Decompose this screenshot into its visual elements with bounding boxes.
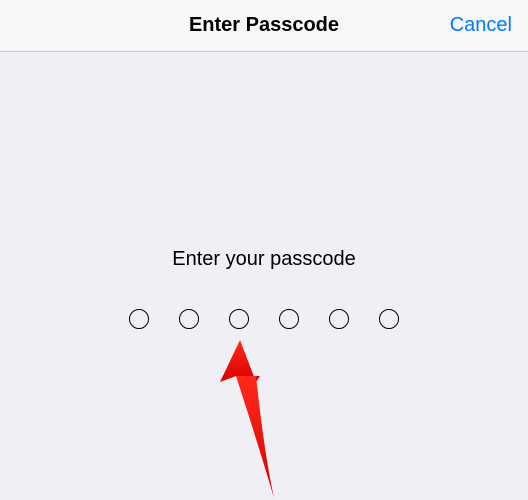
passcode-dot — [179, 309, 199, 329]
passcode-prompt: Enter your passcode — [172, 248, 355, 271]
annotation-arrow-icon — [220, 340, 300, 500]
cancel-button[interactable]: Cancel — [450, 14, 512, 37]
passcode-dot — [329, 309, 349, 329]
passcode-dot — [129, 309, 149, 329]
page-title: Enter Passcode — [189, 14, 339, 37]
passcode-dots — [129, 309, 399, 329]
passcode-dot — [279, 309, 299, 329]
passcode-dot — [229, 309, 249, 329]
passcode-dot — [379, 309, 399, 329]
nav-bar: Enter Passcode Cancel — [0, 0, 528, 52]
passcode-panel: Enter your passcode — [0, 52, 528, 329]
